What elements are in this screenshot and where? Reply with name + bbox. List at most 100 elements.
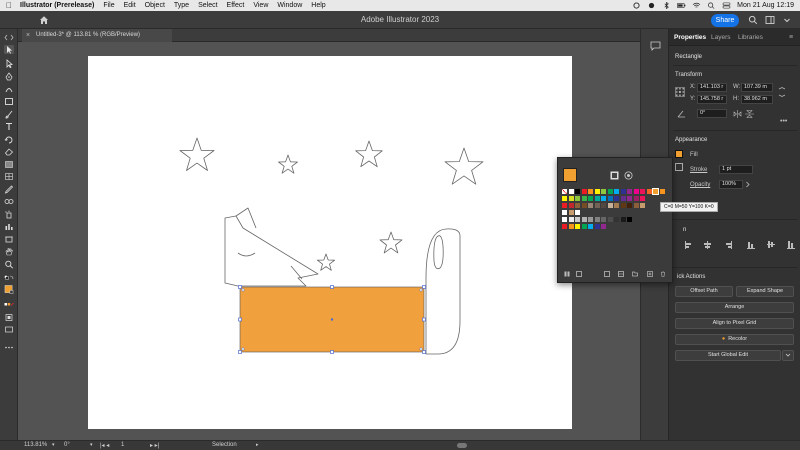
artboard-number[interactable]: 1 [121, 442, 124, 448]
battery-icon[interactable] [677, 2, 686, 9]
chevron-down-icon[interactable] [782, 15, 792, 25]
bluetooth-icon[interactable] [662, 2, 671, 9]
stroke-weight-field[interactable]: 1 pt [719, 165, 753, 174]
swatch-cell[interactable] [562, 203, 567, 208]
swatch-cell[interactable] [601, 224, 606, 229]
menu-help[interactable]: Help [311, 2, 325, 9]
menu-select[interactable]: Select [198, 2, 217, 9]
swatch-cell[interactable] [562, 217, 567, 222]
apple-icon[interactable]:  [6, 1, 12, 10]
fill-stroke-swap-icon[interactable] [4, 275, 14, 284]
fill-color-swatch[interactable] [4, 285, 14, 294]
global-edit-options-button[interactable] [782, 350, 794, 361]
offset-path-button[interactable]: Offset Path [675, 286, 733, 297]
swatch-cell[interactable] [627, 203, 632, 208]
menu-view[interactable]: View [253, 2, 268, 9]
flip-horizontal-icon[interactable] [733, 110, 742, 118]
hand-tool-icon[interactable] [4, 247, 14, 256]
tab-libraries[interactable]: Libraries [738, 34, 763, 41]
swatch-cell[interactable] [633, 189, 639, 194]
rectangle-tool-icon[interactable] [4, 97, 14, 106]
swatch-cell[interactable] [607, 196, 613, 201]
menu-type[interactable]: Type [174, 2, 189, 9]
search-icon[interactable] [748, 15, 758, 25]
align-buttons-row[interactable] [683, 239, 797, 251]
swatch-cell[interactable] [562, 210, 567, 215]
swatch-cell[interactable] [633, 203, 639, 208]
swatch-cell[interactable] [652, 188, 659, 195]
start-global-edit-button[interactable]: Start Global Edit [675, 350, 781, 361]
color-picker-icon[interactable] [624, 171, 633, 180]
type-tool-icon[interactable] [4, 122, 14, 131]
swatch-cell[interactable] [640, 203, 645, 208]
swatch-cell[interactable] [588, 196, 593, 201]
swatch-cell[interactable] [581, 203, 587, 208]
pen-tool-icon[interactable] [4, 72, 14, 81]
swatch-library-menu-icon[interactable] [564, 271, 570, 277]
panel-menu-icon[interactable]: ≡ [789, 34, 793, 41]
zoom-tool-icon[interactable] [4, 260, 14, 269]
gradient-tool-icon[interactable] [4, 160, 14, 169]
share-button[interactable]: Share [711, 14, 739, 27]
stroke-swatch[interactable] [675, 163, 683, 171]
swatch-cell[interactable] [601, 203, 606, 208]
swatch-cell[interactable] [581, 224, 587, 229]
swatch-cell[interactable] [588, 189, 593, 194]
swatch-cell[interactable] [614, 203, 619, 208]
comments-icon[interactable] [650, 41, 661, 51]
rotation-dropdown-icon[interactable]: ▾ [90, 442, 93, 448]
swatch-cell[interactable] [627, 217, 632, 222]
swatch-cell[interactable] [614, 217, 619, 222]
draw-mode-icon[interactable] [4, 313, 14, 322]
swatch-cell[interactable] [620, 196, 626, 201]
rotate-tool-icon[interactable] [4, 135, 14, 144]
delete-swatch-icon[interactable] [660, 271, 666, 277]
menu-object[interactable]: Object [145, 2, 165, 9]
creative-cloud-icon[interactable] [632, 2, 641, 9]
horizontal-scrollbar-thumb[interactable] [457, 443, 467, 448]
rotation-field[interactable]: 0° [697, 109, 727, 118]
color-mode-icons[interactable] [4, 301, 14, 310]
menu-edit[interactable]: Edit [124, 2, 136, 9]
swatch-cell[interactable] [594, 189, 600, 194]
swatch-cell[interactable] [562, 189, 567, 194]
opacity-label[interactable]: Opacity [690, 182, 710, 188]
swatch-cell[interactable] [568, 217, 574, 222]
menu-effect[interactable]: Effect [227, 2, 245, 9]
swatch-cell[interactable] [581, 217, 587, 222]
paintbrush-tool-icon[interactable] [4, 110, 14, 119]
next-artboard-icon[interactable]: ▸ ▸| [150, 442, 159, 449]
swatch-cell[interactable] [607, 217, 613, 222]
spotlight-search-icon[interactable] [707, 2, 716, 9]
swatch-cell[interactable] [568, 203, 574, 208]
canvas-area[interactable] [19, 42, 640, 440]
swatch-libraries-icon[interactable] [610, 171, 619, 180]
zoom-level[interactable]: 113.81% [24, 442, 47, 448]
swatch-cell[interactable] [562, 196, 567, 201]
flip-vertical-icon[interactable] [745, 110, 754, 118]
menu-file[interactable]: File [103, 2, 114, 9]
swatch-cell[interactable] [594, 203, 600, 208]
folder-icon[interactable] [632, 271, 638, 277]
width-field[interactable]: 107.39 m [741, 83, 773, 92]
height-field[interactable]: 38.962 m [741, 95, 773, 104]
new-swatch-icon[interactable] [647, 271, 653, 277]
wifi-icon[interactable] [692, 2, 701, 9]
swatch-cell[interactable] [594, 196, 600, 201]
graph-tool-icon[interactable] [4, 222, 14, 231]
swatch-cell[interactable] [659, 189, 665, 194]
curvature-tool-icon[interactable] [4, 85, 14, 94]
arrange-button[interactable]: Arrange [675, 302, 794, 313]
swatch-cell[interactable] [588, 217, 593, 222]
eyedropper-tool-icon[interactable] [4, 185, 14, 194]
screen-mode-icon[interactable] [4, 325, 14, 334]
menu-app-name[interactable]: Illustrator (Prerelease) [20, 2, 94, 9]
swatch-cell[interactable] [640, 196, 645, 201]
swatch-cell[interactable] [607, 203, 613, 208]
swatch-cell[interactable] [568, 196, 574, 201]
constrain-proportions-icon[interactable] [778, 87, 786, 97]
swatch-cell[interactable] [620, 203, 626, 208]
swatch-cell[interactable] [607, 189, 613, 194]
reference-point-icon[interactable] [675, 87, 685, 97]
status-chevron-icon[interactable]: ▸ [256, 442, 259, 448]
